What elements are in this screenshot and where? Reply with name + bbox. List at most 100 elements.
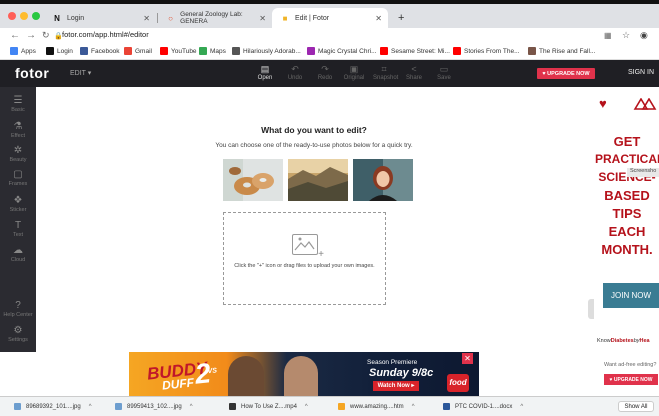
tab-fotor[interactable]: ■ Edit | Fotor ✕: [272, 8, 388, 28]
close-window-button[interactable]: [8, 12, 16, 20]
image-file-icon: [115, 403, 122, 410]
number-two: 2: [193, 357, 213, 390]
login-icon: [46, 47, 54, 55]
bookmark-gmail[interactable]: Gmail: [124, 47, 152, 55]
download-item[interactable]: www.amazing....htm ^: [338, 403, 415, 410]
bookmark-label: Sesame Street: Mi...: [391, 47, 450, 55]
close-icon[interactable]: ✕: [375, 14, 382, 23]
frames-icon: ▢: [13, 169, 23, 180]
right-ad-panel[interactable]: ♥ GET PRACTICAL SCIENCE- Screensho BASED…: [595, 87, 659, 352]
sign-in-link[interactable]: SIGN IN: [628, 69, 654, 76]
redo-button[interactable]: ↷ Redo: [314, 64, 336, 81]
donuts-image: [223, 159, 283, 201]
bookmark-login[interactable]: Login: [46, 47, 73, 55]
bookmark-stories[interactable]: Stories From The...: [453, 47, 520, 55]
url-field[interactable]: fotor.com/app.html#/editor: [62, 30, 149, 39]
buddy-vs-duff-ad[interactable]: BUDDYVS DUFF 2 Season Premiere Sunday 9/…: [129, 352, 479, 396]
sidebar-item-frames[interactable]: ▢ Frames: [0, 169, 36, 187]
brand-know: Know: [597, 338, 611, 344]
close-icon[interactable]: ✕: [143, 14, 150, 23]
reload-icon[interactable]: ↻: [42, 30, 50, 41]
download-item[interactable]: 89959413_102....jpg ^: [115, 403, 193, 410]
toolbar-label: Redo: [317, 75, 333, 81]
original-button[interactable]: ▣ Original: [343, 64, 365, 81]
bookmark-sesame[interactable]: Sesame Street: Mi...: [380, 47, 450, 55]
bookmark-magic-crystal[interactable]: Magic Crystal Chri...: [307, 47, 377, 55]
forward-arrow-icon[interactable]: →: [26, 30, 36, 41]
watch-now-button[interactable]: Watch Now ▸: [373, 381, 419, 391]
sidebar-item-effect[interactable]: ⚗ Effect: [0, 121, 36, 139]
bookmark-rise-fall[interactable]: The Rise and Fall...: [528, 47, 595, 55]
upload-drop-zone[interactable]: + Click the "+" icon or drag files to up…: [223, 212, 386, 305]
sidebar-item-label: Settings: [8, 337, 28, 343]
sliders-icon: ☰: [13, 95, 23, 106]
youtube-icon: [160, 47, 168, 55]
tab-label: General Zoology Lab: GENERA: [180, 11, 243, 25]
download-item[interactable]: 89689392_101....jpg ^: [14, 403, 92, 410]
bookmark-hilariously[interactable]: Hilariously Adorab...: [232, 47, 301, 55]
bookmark-label: Facebook: [91, 47, 120, 55]
tab-zoology[interactable]: ○ General Zoology Lab: GENERA ✕: [158, 8, 272, 28]
sidebar-item-sticker[interactable]: ❖ Sticker: [0, 195, 36, 213]
snapshot-button[interactable]: ⌗ Snapshot: [373, 64, 398, 81]
close-icon[interactable]: ✕: [259, 14, 266, 23]
fotor-logo[interactable]: fotor: [15, 65, 49, 81]
star-icon[interactable]: ☆: [622, 30, 630, 41]
chevron-up-icon[interactable]: ^: [520, 404, 523, 410]
add-image-icon[interactable]: +: [292, 234, 324, 260]
minimize-window-button[interactable]: [20, 12, 28, 20]
chevron-up-icon[interactable]: ^: [89, 404, 92, 410]
sticker-icon: ❖: [13, 195, 23, 206]
original-icon: ▣: [349, 64, 359, 74]
maximize-window-button[interactable]: [32, 12, 40, 20]
open-icon: ▤: [260, 64, 270, 74]
close-ad-icon[interactable]: ✕: [462, 353, 473, 364]
sidebar-item-settings[interactable]: ⚙ Settings: [0, 325, 36, 343]
download-item[interactable]: PTC COVID-1....docx ^: [443, 403, 523, 410]
sidebar-item-beauty[interactable]: ✲ Beauty: [0, 145, 36, 163]
sidebar-item-cloud[interactable]: ☁ Cloud: [0, 245, 36, 263]
address-bar: ← → ↻ 🔒 fotor.com/app.html#/editor ▦ ☆ ◉: [0, 28, 659, 45]
duff-text: DUFF: [161, 375, 195, 393]
ad-line: MONTH.: [601, 242, 653, 257]
bookmark-maps[interactable]: Maps: [199, 47, 226, 55]
bookmark-youtube[interactable]: YouTube: [160, 47, 197, 55]
word-file-icon: [443, 403, 450, 410]
tab-login[interactable]: N Login ✕: [44, 8, 156, 28]
bookmark-facebook[interactable]: Facebook: [80, 47, 120, 55]
heart-association-logo-icon: ♥: [599, 96, 607, 111]
new-tab-button[interactable]: +: [390, 8, 412, 28]
upgrade-now-button[interactable]: ♥ UPGRADE NOW: [537, 68, 595, 79]
sample-photo-donuts[interactable]: [223, 159, 283, 201]
text-icon: T: [14, 220, 22, 231]
open-button[interactable]: ▤ Open: [254, 64, 276, 81]
download-item[interactable]: How To Use Z....mp4 ^: [229, 403, 308, 410]
save-button[interactable]: ▭ Save: [433, 64, 455, 81]
upgrade-now-button-secondary[interactable]: ♥ UPGRADE NOW: [604, 374, 658, 385]
back-arrow-icon[interactable]: ←: [10, 30, 20, 41]
bookmark-apps[interactable]: Apps: [10, 47, 36, 55]
snapshot-icon: ⌗: [381, 64, 387, 74]
plus-icon: +: [318, 249, 324, 260]
food-network-logo: food: [447, 374, 469, 392]
undo-button[interactable]: ↶ Undo: [284, 64, 306, 81]
edit-menu[interactable]: EDIT ▾: [70, 69, 91, 77]
sidebar-item-basic[interactable]: ☰ Basic: [0, 95, 36, 113]
share-button[interactable]: < Share: [403, 64, 425, 81]
save-icon: ▭: [439, 64, 449, 74]
premiere-text: Season Premiere: [367, 359, 418, 366]
collapse-panel-handle[interactable]: [588, 299, 594, 319]
sidebar-item-text[interactable]: T Text: [0, 220, 36, 238]
sample-photo-landscape[interactable]: [288, 159, 348, 201]
chevron-up-icon[interactable]: ^: [190, 404, 193, 410]
chevron-up-icon[interactable]: ^: [412, 404, 415, 410]
join-now-button[interactable]: JOIN NOW: [603, 283, 659, 308]
show-all-button[interactable]: Show All: [618, 401, 654, 412]
chevron-up-icon[interactable]: ^: [305, 404, 308, 410]
extension-icon[interactable]: ▦: [604, 31, 612, 40]
profile-icon[interactable]: ◉: [640, 30, 648, 41]
effect-icon: ⚗: [13, 121, 23, 132]
landscape-image: [288, 159, 348, 201]
sample-photo-portrait[interactable]: [353, 159, 413, 201]
sidebar-item-help-center[interactable]: ? Help Center: [0, 300, 36, 318]
